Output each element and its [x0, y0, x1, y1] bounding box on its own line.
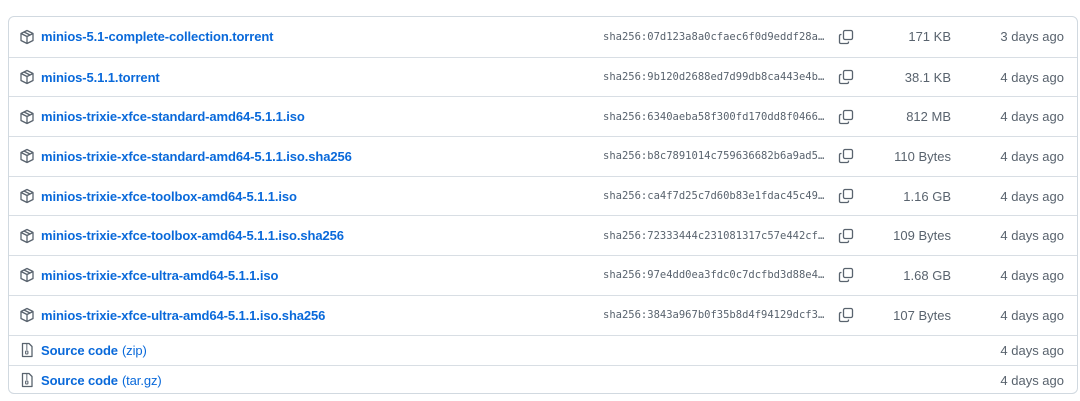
asset-link[interactable]: minios-trixie-xfce-ultra-amd64-5.1.1.iso…: [41, 308, 325, 323]
asset-size: 812 MB: [906, 109, 951, 125]
asset-link[interactable]: minios-trixie-xfce-standard-amd64-5.1.1.…: [41, 109, 305, 124]
asset-digest: sha256:ca4f7d25c7d60b83e1fdac45c496a…: [603, 190, 827, 203]
source-row: Source code (tar.gz) 4 days ago: [9, 364, 1077, 394]
asset-row: minios-trixie-xfce-toolbox-amd64-5.1.1.i…: [9, 175, 1077, 216]
asset-row: minios-5.1-complete-collection.torrent s…: [9, 17, 1077, 57]
asset-size: 109 Bytes: [893, 228, 951, 244]
asset-link[interactable]: minios-trixie-xfce-toolbox-amd64-5.1.1.i…: [41, 228, 344, 243]
package-icon: [19, 148, 35, 164]
package-icon: [19, 267, 35, 283]
source-label: Source code: [41, 342, 118, 358]
asset-date: 4 days ago: [1000, 109, 1064, 125]
asset-row: minios-trixie-xfce-standard-amd64-5.1.1.…: [9, 96, 1077, 136]
source-date: 4 days ago: [1000, 372, 1064, 388]
asset-size: 107 Bytes: [893, 307, 951, 323]
package-icon: [19, 228, 35, 244]
file-zip-icon: [19, 372, 35, 388]
package-icon: [19, 307, 35, 323]
asset-date: 3 days ago: [1000, 29, 1064, 45]
asset-size: 171 KB: [908, 29, 951, 45]
file-zip-icon: [19, 342, 35, 358]
asset-size: 110 Bytes: [894, 148, 951, 164]
source-label: Source code: [41, 372, 118, 388]
asset-row: minios-trixie-xfce-standard-amd64-5.1.1.…: [9, 136, 1077, 176]
source-suffix: (zip): [121, 342, 147, 358]
asset-digest: sha256:97e4dd0ea3fdc0c7dcfbd3d88e44f…: [603, 269, 827, 282]
asset-digest: sha256:3843a967b0f35b8d4f94129dcf352…: [603, 309, 827, 322]
package-icon: [19, 29, 35, 45]
asset-link[interactable]: minios-trixie-xfce-ultra-amd64-5.1.1.iso: [41, 268, 278, 283]
package-icon: [19, 109, 35, 125]
asset-row: minios-trixie-xfce-toolbox-amd64-5.1.1.i…: [9, 215, 1077, 255]
source-date: 4 days ago: [1000, 342, 1064, 358]
asset-row: minios-trixie-xfce-ultra-amd64-5.1.1.iso…: [9, 255, 1077, 295]
asset-size: 1.68 GB: [903, 267, 951, 283]
asset-date: 4 days ago: [1000, 69, 1064, 85]
asset-date: 4 days ago: [1000, 148, 1064, 164]
release-assets-list: minios-5.1-complete-collection.torrent s…: [8, 16, 1078, 394]
asset-row: minios-trixie-xfce-ultra-amd64-5.1.1.iso…: [9, 294, 1077, 335]
asset-link[interactable]: minios-trixie-xfce-standard-amd64-5.1.1.…: [41, 149, 352, 164]
source-suffix: (tar.gz): [121, 372, 162, 388]
asset-digest: sha256:9b120d2688ed7d99db8ca443e4bd5…: [603, 71, 827, 84]
asset-digest: sha256:72333444c231081317c57e442cf87…: [603, 229, 827, 242]
asset-size: 38.1 KB: [904, 69, 951, 85]
source-code-zip-link[interactable]: Source code (zip): [41, 343, 147, 358]
asset-digest: sha256:b8c7891014c759636682b6a9ad50a…: [603, 150, 827, 163]
asset-date: 4 days ago: [1000, 188, 1064, 204]
asset-link[interactable]: minios-5.1.1.torrent: [41, 70, 160, 85]
asset-date: 4 days ago: [1000, 267, 1064, 283]
asset-size: 1.16 GB: [903, 188, 951, 204]
package-icon: [19, 188, 35, 204]
asset-date: 4 days ago: [1000, 307, 1064, 323]
asset-digest: sha256:6340aeba58f300fd170dd8f046681…: [603, 110, 827, 123]
asset-link[interactable]: minios-5.1-complete-collection.torrent: [41, 29, 274, 44]
source-row: Source code (zip) 4 days ago: [9, 334, 1077, 365]
asset-row: minios-5.1.1.torrent sha256:9b120d2688ed…: [9, 56, 1077, 97]
asset-digest: sha256:07d123a8a0cfaec6f0d9eddf28a24…: [603, 30, 827, 43]
asset-date: 4 days ago: [1000, 228, 1064, 244]
package-icon: [19, 69, 35, 85]
source-code-targz-link[interactable]: Source code (tar.gz): [41, 373, 162, 388]
asset-link[interactable]: minios-trixie-xfce-toolbox-amd64-5.1.1.i…: [41, 189, 297, 204]
